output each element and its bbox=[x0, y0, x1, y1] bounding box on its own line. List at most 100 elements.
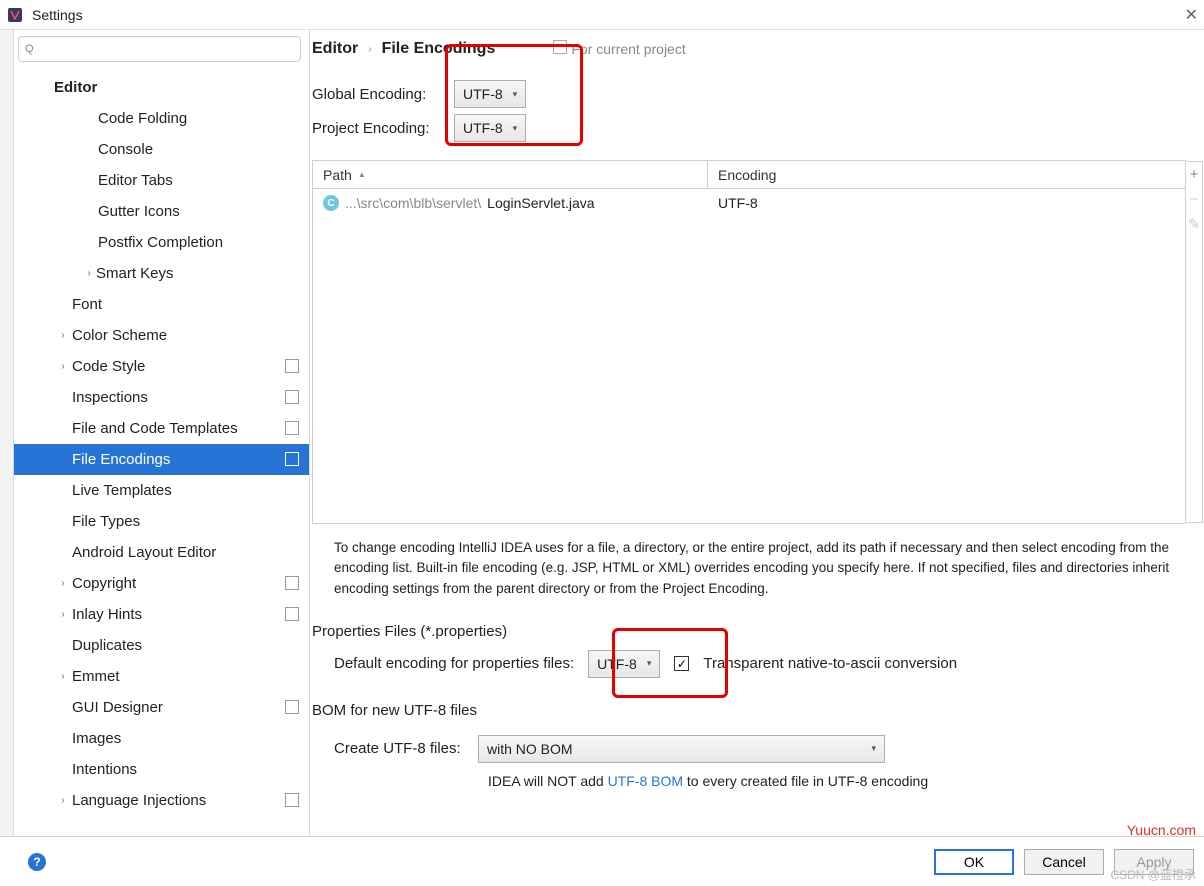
sidebar-item-label: Language Injections bbox=[72, 792, 287, 809]
chevron-right-icon: › bbox=[54, 578, 72, 589]
transparent-ascii-checkbox[interactable] bbox=[674, 656, 689, 671]
project-encoding-label: Project Encoding: bbox=[312, 120, 454, 137]
sidebar-item[interactable]: ›Color Scheme bbox=[14, 320, 309, 351]
sidebar-item-label: Live Templates bbox=[72, 482, 309, 499]
bom-heading: BOM for new UTF-8 files bbox=[312, 702, 1186, 719]
titlebar: Settings ✕ bbox=[0, 0, 1204, 30]
sidebar-item-label: Emmet bbox=[72, 668, 309, 685]
chevron-down-icon: ▾ bbox=[513, 123, 518, 134]
sidebar-item[interactable]: Font bbox=[14, 289, 309, 320]
cancel-button[interactable]: Cancel bbox=[1024, 849, 1104, 875]
sidebar-item-label: Smart Keys bbox=[96, 265, 309, 282]
copy-icon bbox=[287, 361, 299, 373]
sidebar-item[interactable]: Intentions bbox=[14, 754, 309, 785]
sidebar-item[interactable]: File and Code Templates bbox=[14, 413, 309, 444]
sidebar: Q Editor Code Folding Console Editor Tabs Gu… bbox=[14, 30, 310, 836]
settings-tree[interactable]: Editor Code Folding Console Editor Tabs Gutt… bbox=[14, 66, 309, 836]
bom-label: Create UTF-8 files: bbox=[334, 740, 464, 757]
sidebar-item-label: Duplicates bbox=[72, 637, 309, 654]
sidebar-item-label: Images bbox=[72, 730, 309, 747]
sidebar-item[interactable]: Android Layout Editor bbox=[14, 537, 309, 568]
search-input[interactable] bbox=[38, 42, 294, 57]
chevron-right-icon: › bbox=[54, 671, 72, 682]
sidebar-item-label: Code Folding bbox=[98, 110, 309, 127]
cell-encoding: UTF-8 bbox=[708, 195, 1185, 211]
chevron-right-icon: › bbox=[368, 44, 371, 55]
sidebar-item-label: Code Style bbox=[72, 358, 287, 375]
footer: ? OK Cancel Apply bbox=[0, 836, 1204, 886]
sidebar-item[interactable]: Images bbox=[14, 723, 309, 754]
sidebar-item[interactable]: Editor bbox=[14, 72, 309, 103]
sidebar-item-label: Copyright bbox=[72, 575, 287, 592]
search-icon: Q bbox=[25, 43, 34, 55]
sidebar-item[interactable]: Postfix Completion bbox=[14, 227, 309, 258]
global-encoding-select[interactable]: UTF-8▾ bbox=[454, 80, 526, 108]
breadcrumb-editor: Editor bbox=[312, 40, 358, 58]
bom-select[interactable]: with NO BOM▾ bbox=[478, 735, 885, 763]
sidebar-item[interactable]: Live Templates bbox=[14, 475, 309, 506]
app-icon bbox=[6, 6, 24, 24]
sidebar-item[interactable]: ›Copyright bbox=[14, 568, 309, 599]
sidebar-item[interactable]: Editor Tabs bbox=[14, 165, 309, 196]
close-icon[interactable]: ✕ bbox=[1185, 5, 1198, 25]
sidebar-item-label: File Types bbox=[72, 513, 309, 530]
chevron-right-icon: › bbox=[82, 268, 96, 279]
copy-icon bbox=[287, 702, 299, 714]
properties-encoding-select[interactable]: UTF-8▾ bbox=[588, 650, 660, 678]
sidebar-item[interactable]: ›Emmet bbox=[14, 661, 309, 692]
copy-icon bbox=[555, 42, 567, 54]
column-encoding[interactable]: Encoding bbox=[708, 161, 1185, 188]
copy-icon bbox=[287, 578, 299, 590]
copy-icon bbox=[287, 454, 299, 466]
table-body[interactable]: C...\src\com\blb\servlet\LoginServlet.ja… bbox=[313, 189, 1185, 523]
sidebar-item-label: Editor bbox=[54, 79, 309, 96]
description: To change encoding IntelliJ IDEA uses fo… bbox=[312, 524, 1186, 599]
sidebar-item[interactable]: GUI Designer bbox=[14, 692, 309, 723]
chevron-right-icon: › bbox=[54, 330, 72, 341]
remove-icon[interactable]: − bbox=[1190, 187, 1199, 212]
cell-path: C...\src\com\blb\servlet\LoginServlet.ja… bbox=[313, 195, 708, 211]
sidebar-item-label: Font bbox=[72, 296, 309, 313]
sidebar-item-label: Android Layout Editor bbox=[72, 544, 309, 561]
sidebar-item[interactable]: Gutter Icons bbox=[14, 196, 309, 227]
watermark: CSDN @蓝橙承 bbox=[1110, 866, 1196, 883]
sidebar-item-label: Gutter Icons bbox=[98, 203, 309, 220]
sidebar-item[interactable]: ›Code Style bbox=[14, 351, 309, 382]
bom-link[interactable]: UTF-8 BOM bbox=[608, 773, 683, 789]
global-encoding-label: Global Encoding: bbox=[312, 86, 454, 103]
edit-icon[interactable]: ✎ bbox=[1188, 212, 1201, 237]
sidebar-item-label: Postfix Completion bbox=[98, 234, 309, 251]
breadcrumb-section: File Encodings bbox=[382, 40, 496, 58]
sidebar-item[interactable]: Console bbox=[14, 134, 309, 165]
chevron-right-icon: › bbox=[54, 795, 72, 806]
help-icon[interactable]: ? bbox=[28, 853, 46, 871]
project-encoding-select[interactable]: UTF-8▾ bbox=[454, 114, 526, 142]
sidebar-item[interactable]: Inspections bbox=[14, 382, 309, 413]
table-toolbar: + − ✎ bbox=[1185, 161, 1203, 523]
sidebar-item[interactable]: ›Language Injections bbox=[14, 785, 309, 816]
sidebar-item-label: Console bbox=[98, 141, 309, 158]
sidebar-item-label: GUI Designer bbox=[72, 699, 287, 716]
sidebar-item-label: Editor Tabs bbox=[98, 172, 309, 189]
chevron-down-icon: ▾ bbox=[647, 658, 652, 669]
sidebar-item-label: Inlay Hints bbox=[72, 606, 287, 623]
sidebar-item[interactable]: ›Smart Keys bbox=[14, 258, 309, 289]
encoding-table: Path▲ Encoding C...\src\com\blb\servlet\… bbox=[312, 160, 1186, 524]
sidebar-item[interactable]: ›Inlay Hints bbox=[14, 599, 309, 630]
column-path[interactable]: Path▲ bbox=[313, 161, 708, 188]
sidebar-item[interactable]: File Types bbox=[14, 506, 309, 537]
properties-heading: Properties Files (*.properties) bbox=[312, 623, 1186, 640]
sidebar-item-label: Inspections bbox=[72, 389, 287, 406]
window-title: Settings bbox=[32, 7, 83, 23]
transparent-ascii-label: Transparent native-to-ascii conversion bbox=[703, 655, 957, 672]
sidebar-item[interactable]: Duplicates bbox=[14, 630, 309, 661]
sidebar-item[interactable]: File Encodings bbox=[14, 444, 309, 475]
sidebar-item[interactable]: Code Folding bbox=[14, 103, 309, 134]
sidebar-item-label: Intentions bbox=[72, 761, 309, 778]
chevron-right-icon: › bbox=[54, 361, 72, 372]
table-row[interactable]: C...\src\com\blb\servlet\LoginServlet.ja… bbox=[313, 189, 1185, 217]
ok-button[interactable]: OK bbox=[934, 849, 1014, 875]
add-icon[interactable]: + bbox=[1190, 162, 1199, 187]
search-box[interactable]: Q bbox=[18, 36, 301, 62]
class-icon: C bbox=[323, 195, 339, 211]
